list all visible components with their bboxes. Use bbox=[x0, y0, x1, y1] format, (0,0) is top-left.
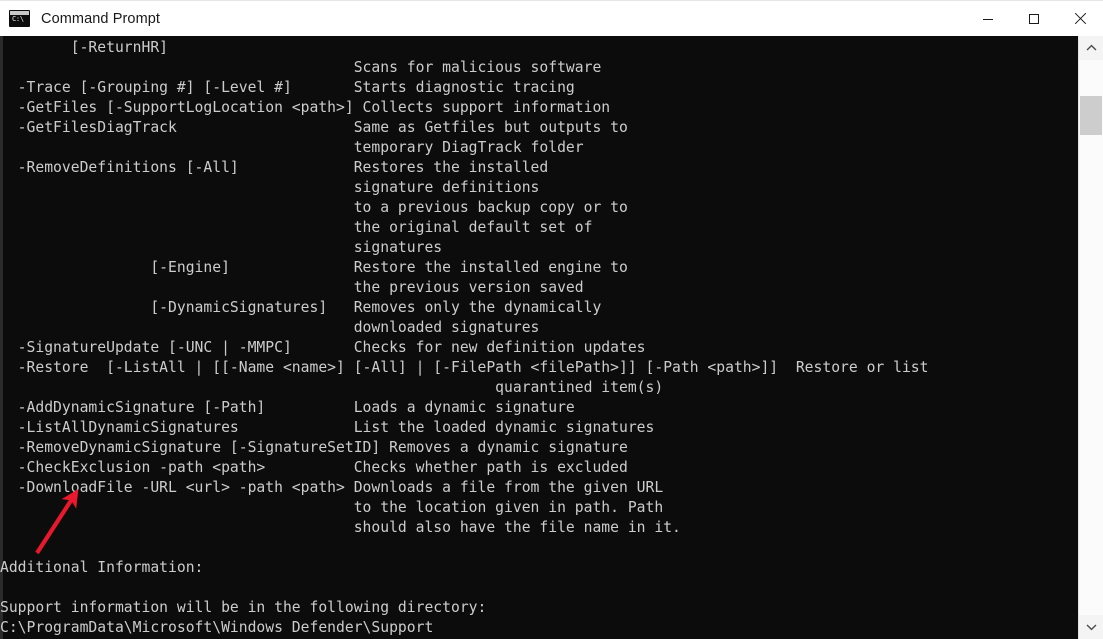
chevron-up-icon bbox=[1086, 39, 1097, 57]
window-titlebar[interactable]: C:\ Command Prompt bbox=[0, 0, 1103, 36]
close-icon bbox=[1074, 12, 1087, 25]
close-button[interactable] bbox=[1057, 1, 1103, 37]
console-text: [-ReturnHR] Scans for malicious software… bbox=[0, 39, 929, 636]
scrollbar-thumb[interactable] bbox=[1080, 96, 1102, 135]
maximize-icon bbox=[1028, 13, 1040, 25]
command-prompt-icon: C:\ bbox=[9, 10, 30, 27]
command-prompt-icon-label: C:\ bbox=[12, 15, 24, 23]
titlebar-left-group: C:\ Command Prompt bbox=[0, 10, 965, 27]
window-controls bbox=[965, 1, 1103, 37]
scrollbar-track[interactable] bbox=[1079, 60, 1103, 615]
chevron-down-icon bbox=[1086, 618, 1097, 636]
console-output-area[interactable]: [-ReturnHR] Scans for malicious software… bbox=[0, 36, 1103, 639]
minimize-button[interactable] bbox=[965, 1, 1011, 37]
command-prompt-window: C:\ Command Prompt [-ReturnHR] Scans for… bbox=[0, 0, 1103, 639]
scrollbar-up-button[interactable] bbox=[1079, 36, 1103, 60]
maximize-button[interactable] bbox=[1011, 1, 1057, 37]
vertical-scrollbar[interactable] bbox=[1078, 36, 1103, 639]
minimize-icon bbox=[982, 13, 994, 25]
window-title: Command Prompt bbox=[41, 10, 161, 27]
scrollbar-down-button[interactable] bbox=[1079, 615, 1103, 639]
